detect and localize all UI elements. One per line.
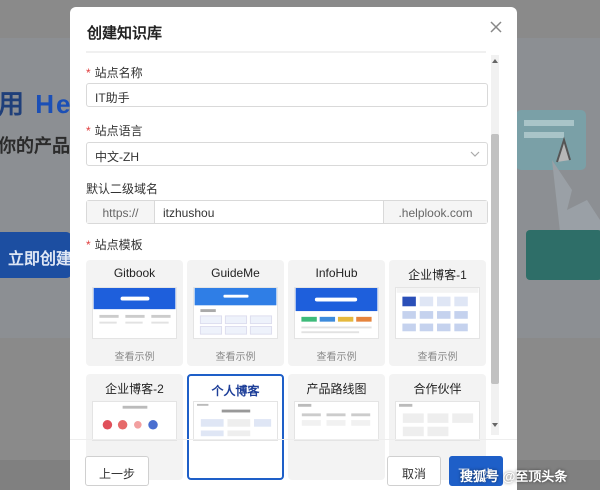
- scroll-top-divider: [86, 51, 486, 53]
- template-thumbnail: [92, 287, 177, 339]
- cancel-button[interactable]: 取消: [387, 456, 441, 486]
- background-cta-button: 立即创建: [0, 232, 72, 278]
- background-subtitle: 你的产品: [0, 136, 70, 156]
- template-thumbnail: [294, 287, 379, 339]
- site-language-label: * 站点语言: [86, 122, 143, 139]
- template-thumbnail: [193, 287, 278, 339]
- close-button[interactable]: [486, 17, 506, 37]
- template-thumbnail: [193, 401, 278, 441]
- subdomain-label: 默认二级域名: [86, 182, 159, 196]
- scrollbar-thumb[interactable]: [491, 134, 499, 384]
- subdomain-input-group: https:// itzhushou .helplook.com: [86, 200, 488, 224]
- illustration: [516, 110, 600, 280]
- site-name-input[interactable]: IT助手: [86, 83, 488, 107]
- site-language-label-text: 站点语言: [94, 124, 143, 138]
- dialog-footer: 上一步 取消 下一步: [70, 439, 517, 490]
- subdomain-input[interactable]: itzhushou: [155, 201, 383, 223]
- chevron-down-icon: [470, 151, 480, 157]
- dialog-title: 创建知识库: [87, 25, 163, 42]
- required-mark: *: [86, 66, 91, 80]
- template-name: 企业博客-2: [105, 382, 164, 396]
- create-knowledge-base-dialog: 创建知识库 * 站点名称 IT助手 * 站点语言 中文-ZH 默认二级域名 http…: [70, 7, 517, 490]
- view-example-link[interactable]: 查看示例: [288, 348, 385, 363]
- template-thumbnail: [395, 401, 480, 441]
- template-name: 企业博客-1: [408, 268, 467, 282]
- template-name: InfoHub: [315, 266, 358, 280]
- template-thumbnail: [395, 287, 480, 339]
- scroll-up-icon[interactable]: [491, 57, 499, 65]
- close-icon: [490, 21, 502, 33]
- scroll-down-icon[interactable]: [491, 421, 499, 429]
- site-language-select[interactable]: 中文-ZH: [86, 142, 488, 166]
- background-title-prefix: 用: [0, 89, 36, 119]
- template-thumbnail: [92, 401, 177, 441]
- site-name-label-text: 站点名称: [94, 66, 143, 80]
- site-template-label-text: 站点模板: [94, 238, 143, 252]
- subdomain-suffix: .helplook.com: [383, 201, 487, 223]
- required-mark: *: [86, 124, 91, 138]
- site-template-label: * 站点模板: [86, 236, 143, 253]
- template-name: 个人博客: [211, 384, 260, 398]
- watermark: 搜狐号 @至顶头条: [460, 469, 568, 484]
- template-card-guideme[interactable]: GuideMe 查看示例: [187, 260, 284, 366]
- template-card-infohub[interactable]: InfoHub 查看示例: [288, 260, 385, 366]
- site-language-value: 中文-ZH: [95, 150, 139, 164]
- template-name: 合作伙伴: [413, 382, 462, 396]
- view-example-link[interactable]: 查看示例: [86, 348, 183, 363]
- template-name: GuideMe: [211, 266, 260, 280]
- view-example-link[interactable]: 查看示例: [187, 348, 284, 363]
- previous-step-button[interactable]: 上一步: [85, 456, 149, 486]
- required-mark: *: [86, 238, 91, 252]
- template-card-gitbook[interactable]: Gitbook 查看示例: [86, 260, 183, 366]
- template-name: 产品路线图: [306, 382, 367, 396]
- subdomain-prefix: https://: [87, 201, 155, 223]
- template-card-enterprise-blog-1[interactable]: 企业博客-1 查看示例: [389, 260, 486, 366]
- site-name-value: IT助手: [95, 91, 130, 105]
- template-thumbnail: [294, 401, 379, 441]
- view-example-link[interactable]: 查看示例: [389, 348, 486, 363]
- template-name: Gitbook: [113, 266, 156, 280]
- site-name-label: * 站点名称: [86, 64, 143, 81]
